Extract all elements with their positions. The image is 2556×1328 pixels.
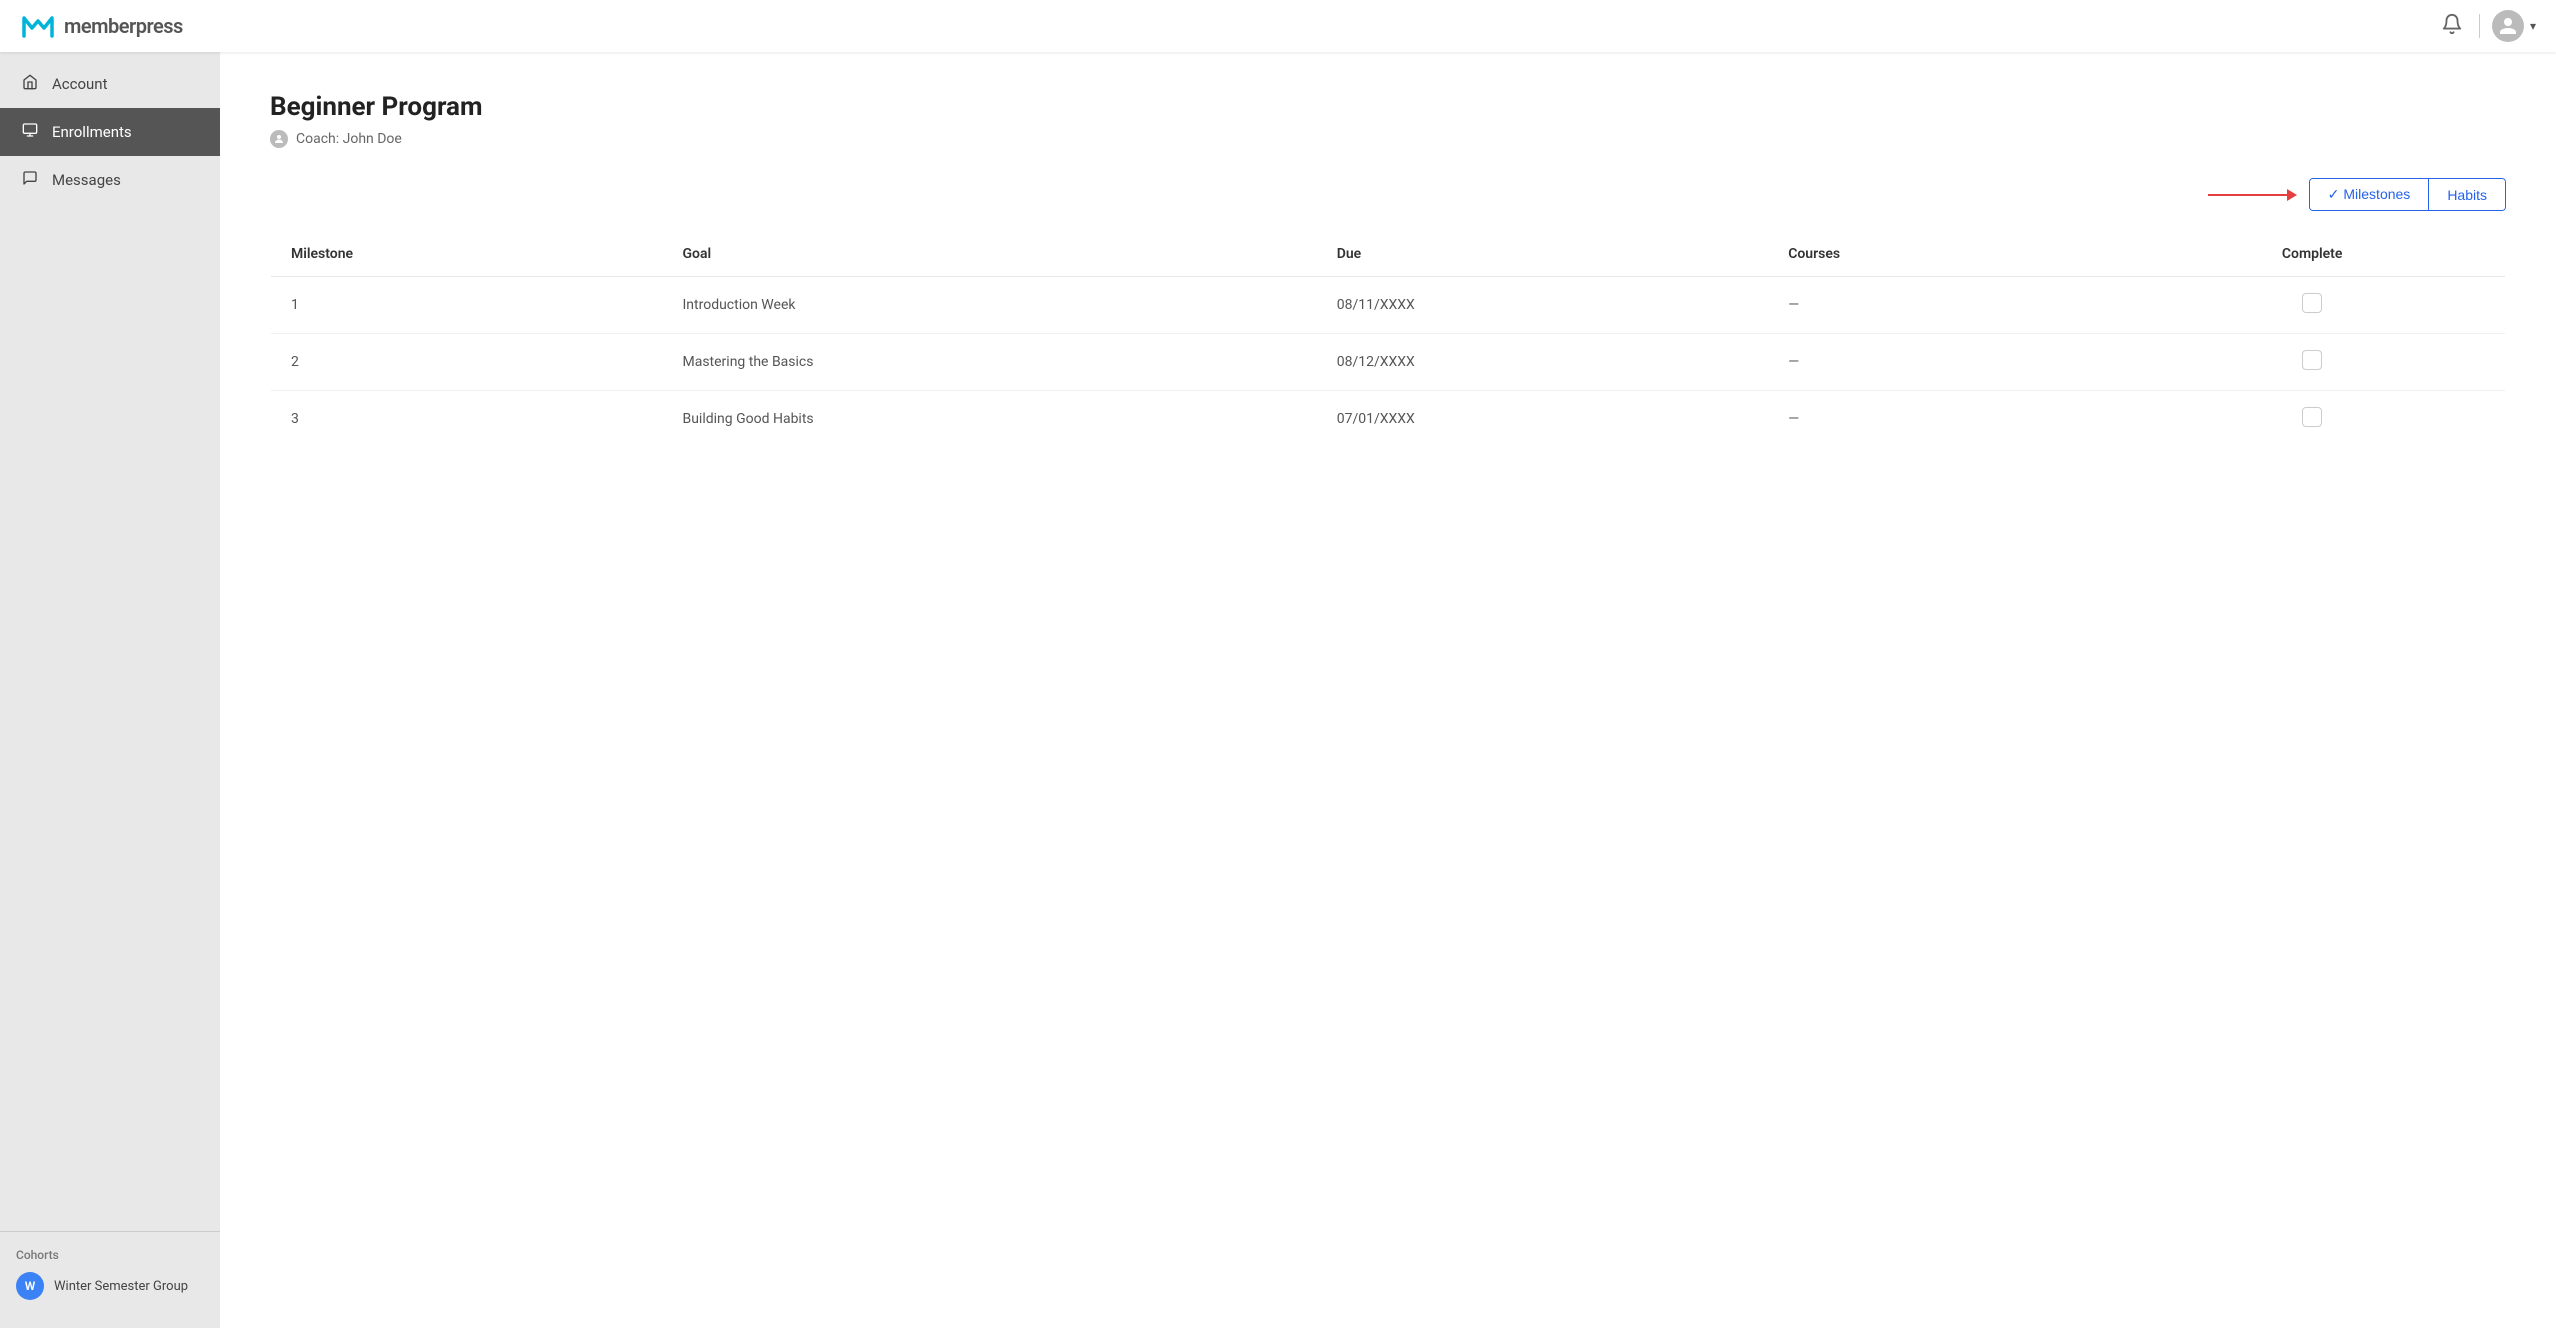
col-complete: Complete [2119,232,2505,277]
tab-buttons: ✓Milestones Habits [2309,178,2506,211]
sidebar-enrollments-label: Enrollments [52,123,132,141]
main-layout: Account Enrollments Me [0,52,2556,1328]
sidebar-messages-label: Messages [52,171,121,189]
sidebar: Account Enrollments Me [0,52,220,1328]
cohort-name: Winter Semester Group [54,1279,188,1294]
milestone-number: 2 [271,334,663,391]
header-divider [2479,14,2480,38]
page-title: Beginner Program [270,92,2506,122]
coach-icon [270,130,288,148]
milestones-table: Milestone Goal Due Courses Complete 1Int… [270,231,2506,448]
milestone-due: 08/12/XXXX [1317,334,1769,391]
logo[interactable]: memberpress [20,8,183,44]
arrow-indicator [2208,189,2297,201]
user-menu[interactable]: ▾ [2492,10,2536,42]
complete-checkbox[interactable] [2302,407,2322,427]
tab-habits[interactable]: Habits [2429,179,2505,210]
milestone-due: 08/11/XXXX [1317,277,1769,334]
sidebar-item-enrollments[interactable]: Enrollments [0,108,220,156]
milestone-number: 3 [271,391,663,448]
col-courses: Courses [1768,232,2119,277]
milestone-complete-cell [2119,391,2505,448]
avatar [2492,10,2524,42]
home-icon [20,74,40,94]
arrow-head [2287,189,2297,201]
milestone-due: 07/01/XXXX [1317,391,1769,448]
header: memberpress ▾ [0,0,2556,52]
col-goal: Goal [662,232,1316,277]
chevron-down-icon: ▾ [2530,19,2536,33]
table-row: 1Introduction Week08/11/XXXX— [271,277,2506,334]
milestone-goal: Building Good Habits [662,391,1316,448]
arrow-line [2208,194,2288,196]
sidebar-item-messages[interactable]: Messages [0,156,220,204]
notifications-bell[interactable] [2437,9,2467,43]
enrollments-icon [20,122,40,142]
sidebar-account-label: Account [52,75,108,93]
tab-section: ✓Milestones Habits [270,178,2506,211]
table-row: 3Building Good Habits07/01/XXXX— [271,391,2506,448]
header-right: ▾ [2437,9,2536,43]
tab-milestones[interactable]: ✓Milestones [2310,179,2430,210]
messages-icon [20,170,40,190]
sidebar-item-account[interactable]: Account [0,60,220,108]
milestone-number: 1 [271,277,663,334]
milestone-complete-cell [2119,334,2505,391]
milestone-courses: — [1768,277,2119,334]
content-area: Beginner Program Coach: John Doe ✓Milest… [220,52,2556,1328]
complete-checkbox[interactable] [2302,350,2322,370]
coach-info: Coach: John Doe [270,130,2506,148]
milestone-courses: — [1768,391,2119,448]
cohort-item[interactable]: W Winter Semester Group [16,1272,204,1300]
coach-label: Coach: John Doe [296,131,402,147]
cohorts-label: Cohorts [16,1248,204,1262]
cohort-avatar: W [16,1272,44,1300]
sidebar-footer: Cohorts W Winter Semester Group [0,1231,220,1320]
complete-checkbox[interactable] [2302,293,2322,313]
milestone-complete-cell [2119,277,2505,334]
sidebar-nav: Account Enrollments Me [0,60,220,1231]
check-icon: ✓ [2328,186,2340,202]
logo-text: memberpress [64,14,183,38]
table-header-row: Milestone Goal Due Courses Complete [271,232,2506,277]
col-due: Due [1317,232,1769,277]
milestone-goal: Mastering the Basics [662,334,1316,391]
milestone-courses: — [1768,334,2119,391]
table-row: 2Mastering the Basics08/12/XXXX— [271,334,2506,391]
col-milestone: Milestone [271,232,663,277]
milestone-goal: Introduction Week [662,277,1316,334]
